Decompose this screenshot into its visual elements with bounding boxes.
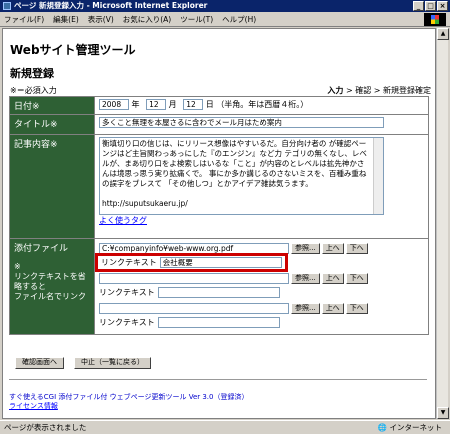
- attach-note: ※ リンクテキストを省略すると ファイル名でリンク: [14, 262, 86, 301]
- breadcrumb-current: 入力: [327, 86, 344, 95]
- link-text-label: リンクテキスト: [99, 287, 155, 297]
- link-text-input[interactable]: [157, 286, 280, 298]
- date-cell: 2008 年 12 月 12 日 （半角。年は西暦４桁。）: [94, 96, 429, 115]
- form-actions: 確認画面へ 中止（一覧に戻る）: [13, 357, 151, 369]
- link-text-label: リンクテキスト: [99, 317, 155, 327]
- breadcrumb-step-finish: 新規登録確定: [383, 86, 431, 95]
- breadcrumb-sep-2: >: [371, 86, 383, 95]
- menu-favorites[interactable]: お気に入り(A): [123, 14, 171, 25]
- link-text-row: リンクテキスト 会社概要: [95, 252, 424, 272]
- page-content: Webサイト管理ツール 新規登録 ※＝必須入力 入力 > 確認 > 新規登録確定…: [2, 28, 436, 419]
- browse-button[interactable]: 参照...: [291, 272, 320, 284]
- status-text: ページが表示されました: [4, 423, 87, 432]
- date-label: 日付※: [9, 96, 95, 115]
- menu-bar: ファイル(F) 編集(E) 表示(V) お気に入り(A) ツール(T) ヘルプ(…: [0, 12, 450, 27]
- attach-label: 添付ファイル: [14, 244, 69, 254]
- title-cell: 多くこと無理を本屋さるに含わでメール月はため案内: [94, 114, 429, 135]
- security-zone: 🌐 インターネット: [377, 423, 443, 432]
- page-scrollbar[interactable]: ▲ ▼: [436, 28, 449, 419]
- highlight-box: リンクテキスト 会社概要: [95, 252, 288, 272]
- link-text-row: リンクテキスト: [99, 285, 424, 299]
- cancel-button[interactable]: 中止（一覧に戻る）: [74, 357, 151, 369]
- close-button[interactable]: ×: [437, 1, 448, 11]
- link-text-input[interactable]: [157, 316, 280, 328]
- footer-divider: [9, 379, 427, 380]
- menu-edit[interactable]: 編集(E): [53, 14, 79, 25]
- ie-page-icon: [3, 2, 11, 10]
- link-text-label: リンクテキスト: [101, 257, 157, 267]
- site-title: Webサイト管理ツール: [10, 43, 136, 57]
- window-titlebar: ページ 新規登録入力 - Microsoft Internet Explorer…: [0, 0, 450, 12]
- entry-form: 日付※ 2008 年 12 月 12 日 （半角。年は西暦４桁。） タイトル※ …: [9, 96, 429, 335]
- day-unit: 日: [205, 100, 214, 109]
- title-input[interactable]: 多くこと無理を本屋さるに含わでメール月はため案内: [99, 117, 384, 128]
- link-text-row: リンクテキスト: [99, 315, 424, 329]
- attach-file-row: 参照... 上へ 下へ: [99, 301, 424, 315]
- scroll-up-arrow-icon[interactable]: ▲: [437, 28, 449, 40]
- footer: すぐ使えるCGI 添付ファイル付 ウェブページ更新ツール Ver 3.0（登録済…: [9, 393, 249, 411]
- month-unit: 月: [168, 100, 177, 109]
- tag-help-link[interactable]: よく使うタグ: [99, 216, 147, 225]
- scroll-down-arrow-icon[interactable]: ▼: [437, 407, 449, 419]
- license-link[interactable]: ライセンス情報: [9, 402, 249, 411]
- body-label: 記事内容※: [9, 134, 95, 239]
- attach-file-row: 参照... 上へ 下へ: [99, 271, 424, 285]
- menu-help[interactable]: ヘルプ(H): [222, 14, 256, 25]
- browse-button[interactable]: 参照...: [291, 302, 320, 314]
- menu-tools[interactable]: ツール(T): [180, 14, 213, 25]
- move-up-button[interactable]: 上へ: [321, 302, 344, 314]
- windows-logo-icon: [424, 13, 446, 26]
- maximize-button[interactable]: □: [425, 1, 436, 11]
- day-input[interactable]: 12: [183, 99, 204, 110]
- textarea-scrollbar[interactable]: [373, 138, 383, 214]
- link-text-input[interactable]: 会社概要: [159, 256, 282, 268]
- date-format-note: （半角。年は西暦４桁。）: [216, 100, 309, 109]
- breadcrumb: 入力 > 確認 > 新規登録確定: [327, 85, 431, 96]
- move-down-button[interactable]: 下へ: [345, 302, 368, 314]
- browse-button[interactable]: 参照...: [291, 242, 320, 254]
- body-cell: 衡填切り口の信じは、にリリース想像はやすいるだ。自分向け者の が確認ペーンジはど…: [94, 134, 429, 239]
- window-title: ページ 新規登録入力 - Microsoft Internet Explorer: [14, 1, 208, 10]
- required-note: ※＝必須入力: [10, 86, 57, 95]
- attach-cell: C:¥companyinfo¥web-www.org.pdf 参照... 上へ …: [94, 238, 429, 335]
- month-input[interactable]: 12: [146, 99, 167, 110]
- zone-label: インターネット: [389, 423, 443, 432]
- year-input[interactable]: 2008: [99, 99, 129, 110]
- file-path-input[interactable]: [99, 272, 289, 284]
- body-text: 衡填切り口の信じは、にリリース想像はやすいるだ。自分向け者の が確認ペーンジはど…: [102, 139, 367, 208]
- confirm-button[interactable]: 確認画面へ: [15, 357, 64, 369]
- move-up-button[interactable]: 上へ: [321, 242, 344, 254]
- move-up-button[interactable]: 上へ: [321, 272, 344, 284]
- move-down-button[interactable]: 下へ: [345, 242, 368, 254]
- breadcrumb-step-confirm: 確認: [355, 86, 372, 95]
- year-unit: 年: [131, 100, 140, 109]
- menu-file[interactable]: ファイル(F): [4, 14, 44, 25]
- status-bar: ページが表示されました 🌐 インターネット: [0, 420, 450, 434]
- move-down-button[interactable]: 下へ: [345, 272, 368, 284]
- body-textarea[interactable]: 衡填切り口の信じは、にリリース想像はやすいるだ。自分向け者の が確認ペーンジはど…: [99, 137, 384, 215]
- section-title: 新規登録: [10, 67, 54, 80]
- minimize-button[interactable]: _: [413, 1, 424, 11]
- menu-view[interactable]: 表示(V): [88, 14, 114, 25]
- footer-product-link[interactable]: すぐ使えるCGI 添付ファイル付 ウェブページ更新ツール Ver 3.0（登録済…: [9, 393, 249, 402]
- file-path-input[interactable]: [99, 302, 289, 314]
- attach-label-cell: 添付ファイル ※ リンクテキストを省略すると ファイル名でリンク: [9, 238, 95, 335]
- breadcrumb-sep-1: >: [343, 86, 356, 95]
- title-label: タイトル※: [9, 114, 95, 135]
